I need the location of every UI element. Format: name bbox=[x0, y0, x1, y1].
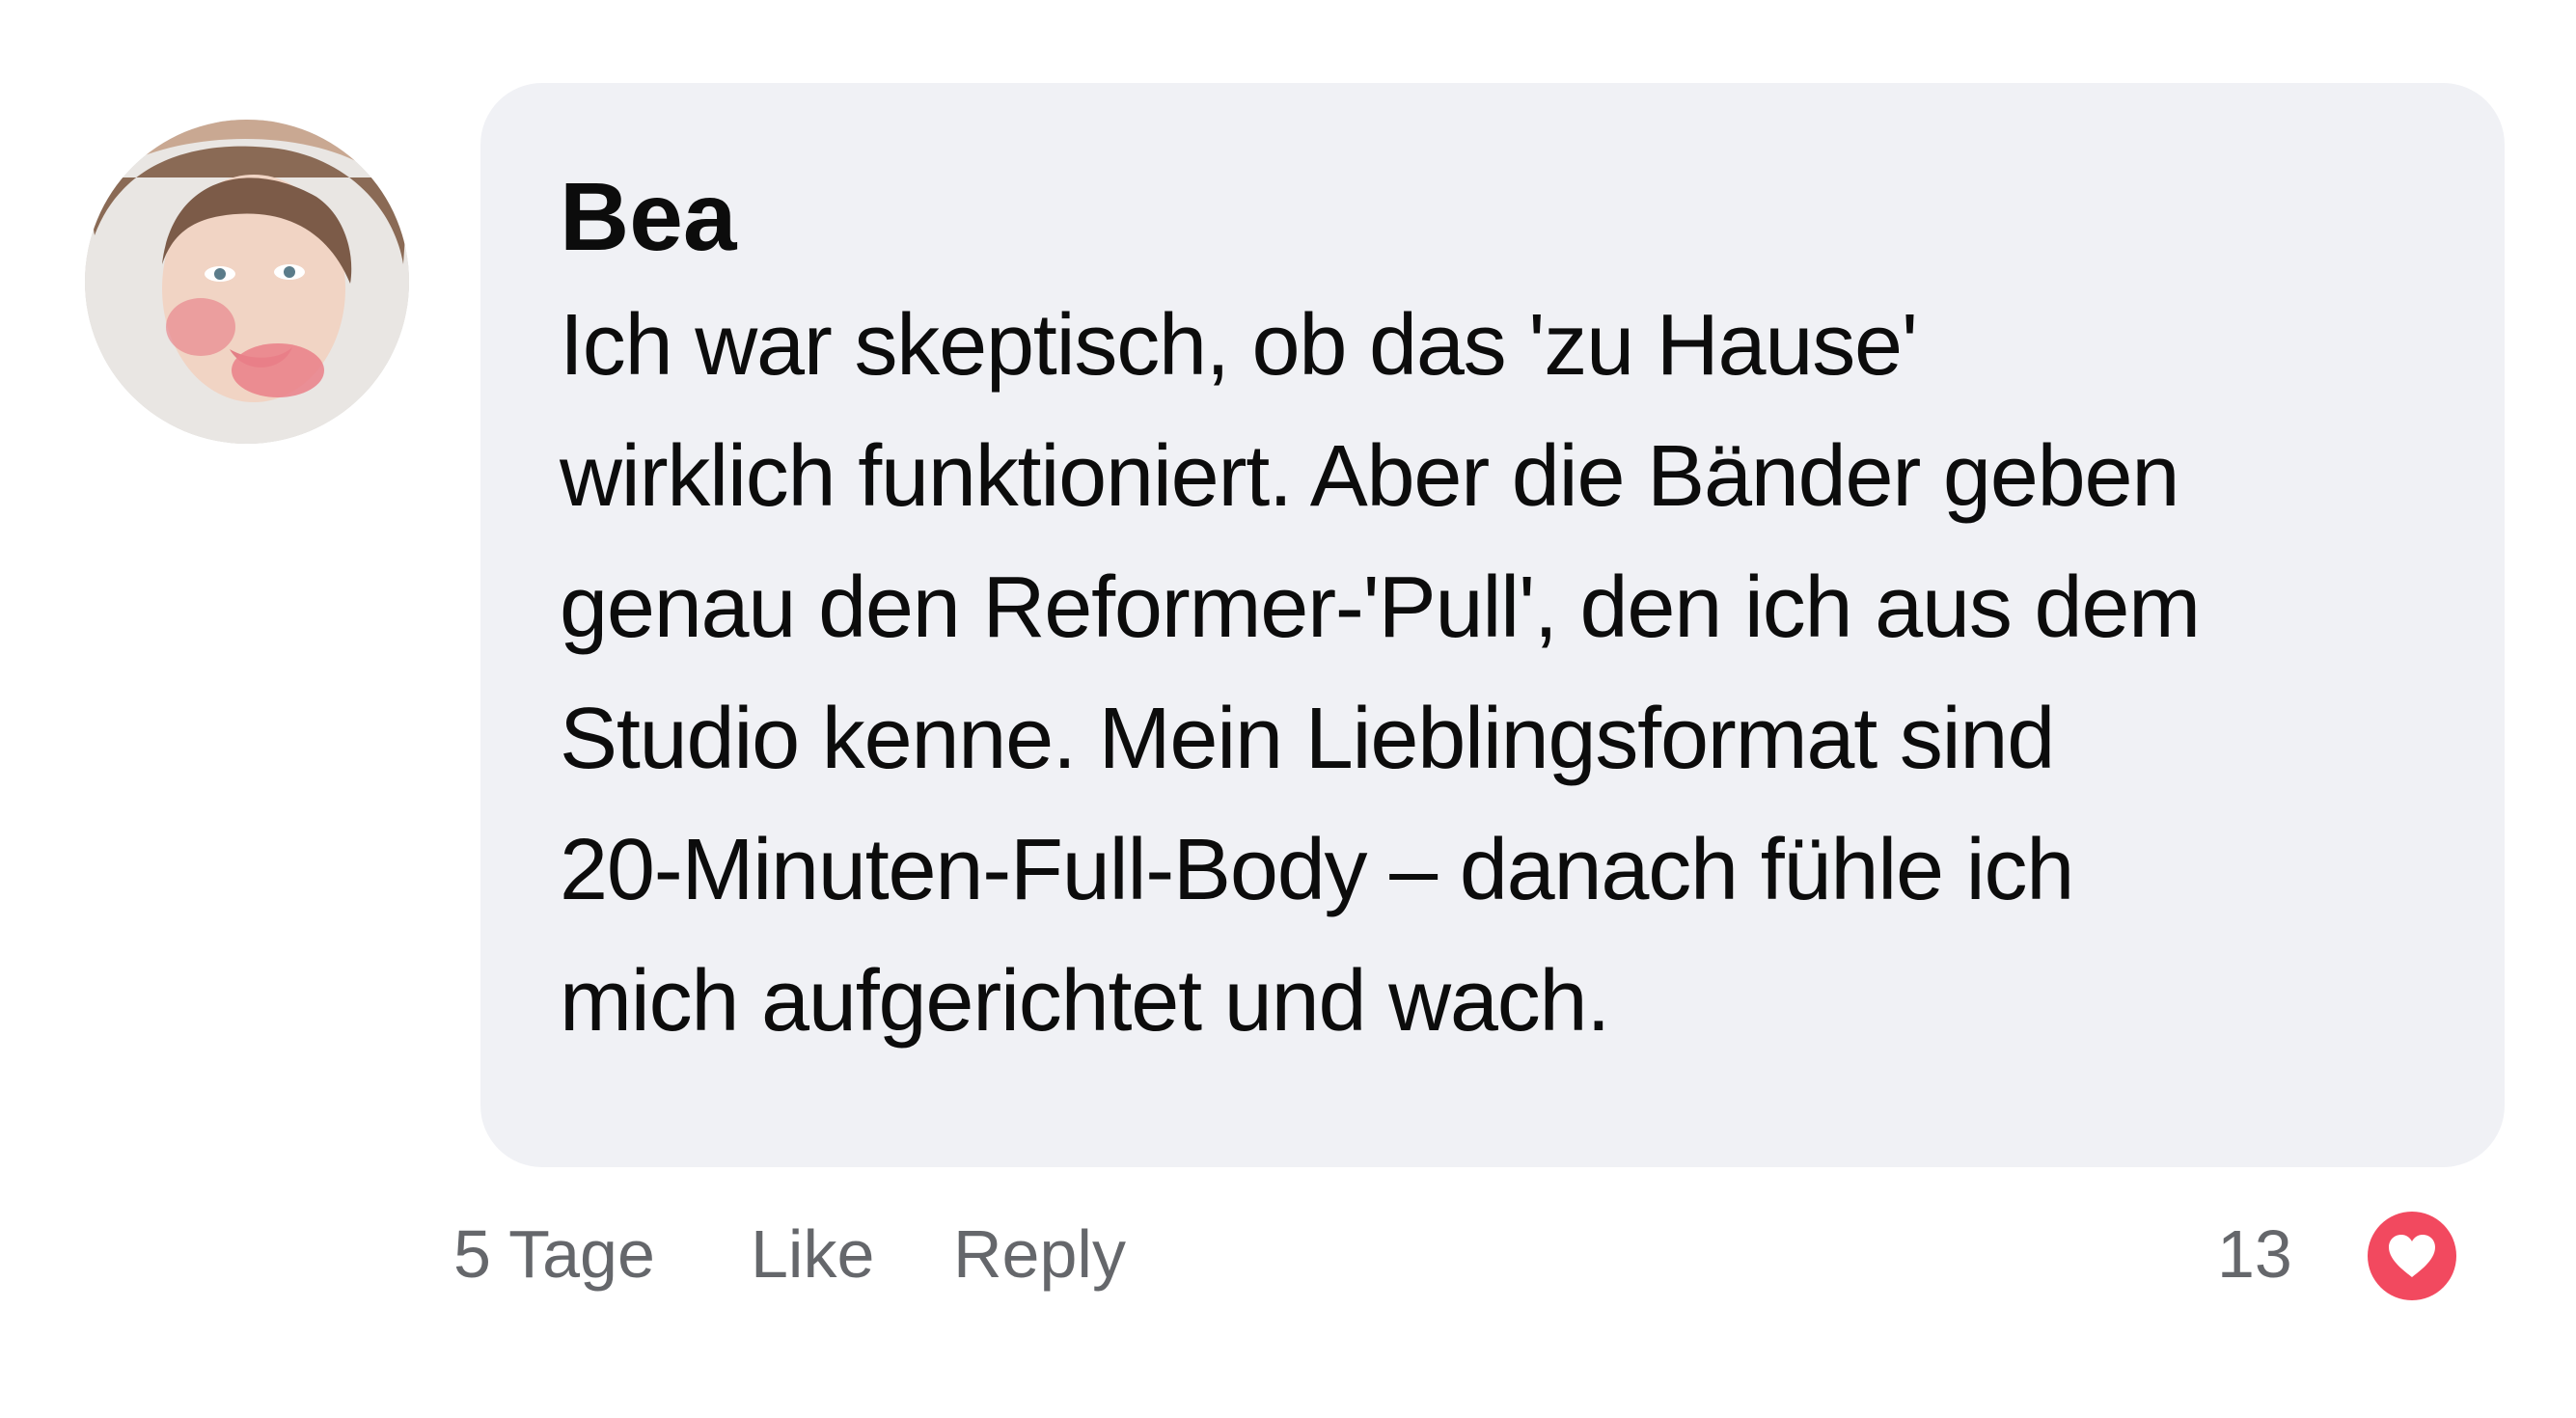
comment-text-line: genau den Reformer-'Pull', den ich aus d… bbox=[560, 559, 2201, 656]
comment-text-line: mich aufgerichtet und wach. bbox=[560, 953, 1610, 1050]
heart-icon bbox=[2389, 1235, 2435, 1277]
comment-text-line: Ich war skeptisch, ob das 'zu Hause' bbox=[560, 297, 1918, 394]
user-photo-avatar bbox=[85, 120, 409, 444]
like-button[interactable]: Like bbox=[751, 1206, 874, 1302]
reply-button[interactable]: Reply bbox=[953, 1206, 1126, 1302]
comment-text-line: wirklich funktioniert. Aber die Bänder g… bbox=[560, 428, 2179, 525]
comment-text-line: Studio kenne. Mein Lieblingsformat sind bbox=[560, 691, 2055, 787]
reaction-count[interactable]: 13 bbox=[2217, 1206, 2292, 1302]
comment-text: Ich war skeptisch, ob das 'zu Hause' wir… bbox=[560, 280, 2489, 1067]
avatar[interactable] bbox=[85, 120, 409, 444]
comment-author-name[interactable]: Bea bbox=[560, 164, 736, 270]
comment-text-line: 20-Minuten-Full-Body – danach fühle ich bbox=[560, 822, 2074, 918]
heart-reaction-button[interactable] bbox=[2368, 1212, 2456, 1300]
comment-timestamp[interactable]: 5 Tage bbox=[453, 1206, 655, 1302]
